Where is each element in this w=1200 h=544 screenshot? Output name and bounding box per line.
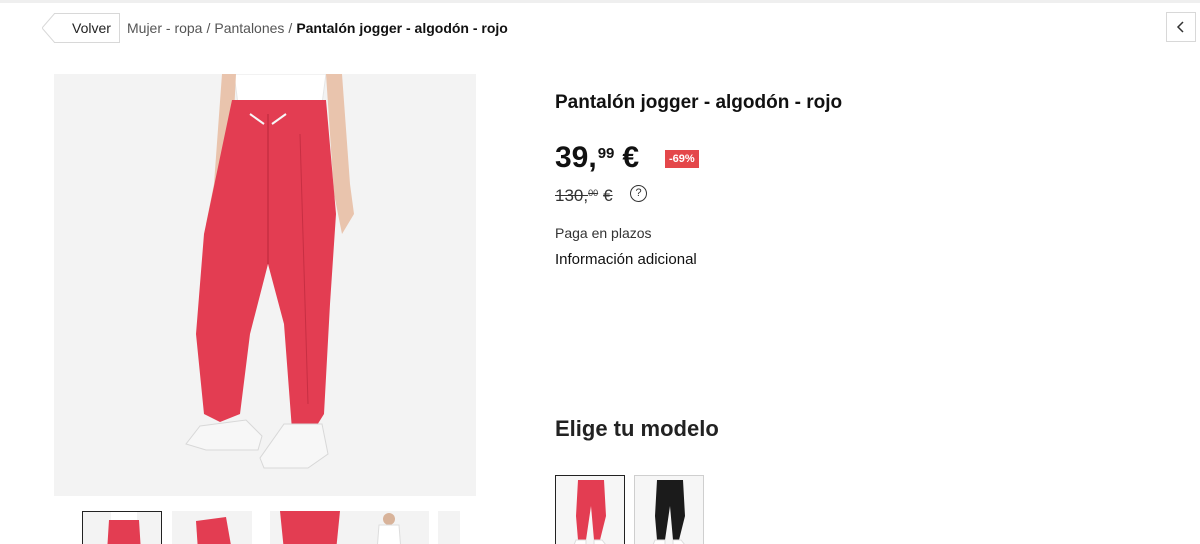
breadcrumb-item-women-clothing[interactable]: Mujer - ropa bbox=[127, 20, 202, 36]
old-price-currency: € bbox=[603, 186, 613, 205]
current-price: 39, 99 € bbox=[555, 140, 639, 176]
breadcrumb-separator: / bbox=[206, 20, 211, 36]
top-divider bbox=[0, 0, 1200, 3]
thumbnail-3[interactable] bbox=[270, 511, 350, 544]
price-currency: € bbox=[622, 141, 640, 174]
thumbnail-1[interactable] bbox=[82, 511, 162, 544]
product-photo bbox=[54, 74, 476, 496]
main-product-image[interactable] bbox=[54, 74, 476, 496]
thumbnail-5[interactable] bbox=[438, 511, 460, 544]
choose-model-heading: Elige tu modelo bbox=[555, 416, 719, 441]
back-button[interactable]: Volver bbox=[42, 13, 120, 43]
thumbnail-strip bbox=[82, 511, 460, 544]
breadcrumb-separator: / bbox=[288, 20, 293, 36]
breadcrumb: Mujer - ropa / Pantalones / Pantalón jog… bbox=[127, 20, 508, 36]
back-arrow-shape bbox=[42, 13, 56, 43]
thumbnail-2[interactable] bbox=[172, 511, 252, 544]
thumbnail-4[interactable] bbox=[349, 511, 429, 544]
original-price: 130, 00 € bbox=[555, 186, 613, 206]
product-title: Pantalón jogger - algodón - rojo bbox=[555, 92, 843, 113]
installments-link[interactable]: Paga en plazos bbox=[555, 225, 652, 241]
model-black-image bbox=[635, 476, 703, 544]
old-price-decimals: 00 bbox=[588, 188, 599, 198]
collapse-panel-button[interactable] bbox=[1166, 12, 1196, 42]
price-decimals: 99 bbox=[597, 145, 615, 162]
model-option-black[interactable] bbox=[634, 475, 704, 544]
additional-info-link[interactable]: Información adicional bbox=[555, 251, 697, 268]
breadcrumb-item-trousers[interactable]: Pantalones bbox=[214, 20, 284, 36]
old-price-integer: 130, bbox=[555, 186, 589, 205]
back-label: Volver bbox=[72, 20, 111, 36]
discount-badge: -69% bbox=[665, 150, 699, 168]
chevron-left-icon bbox=[1176, 21, 1184, 33]
help-icon[interactable]: ? bbox=[630, 185, 647, 202]
model-option-red[interactable] bbox=[555, 475, 625, 544]
model-red-image bbox=[556, 476, 624, 544]
price-integer: 39, bbox=[555, 141, 597, 174]
breadcrumb-current: Pantalón jogger - algodón - rojo bbox=[296, 20, 508, 36]
